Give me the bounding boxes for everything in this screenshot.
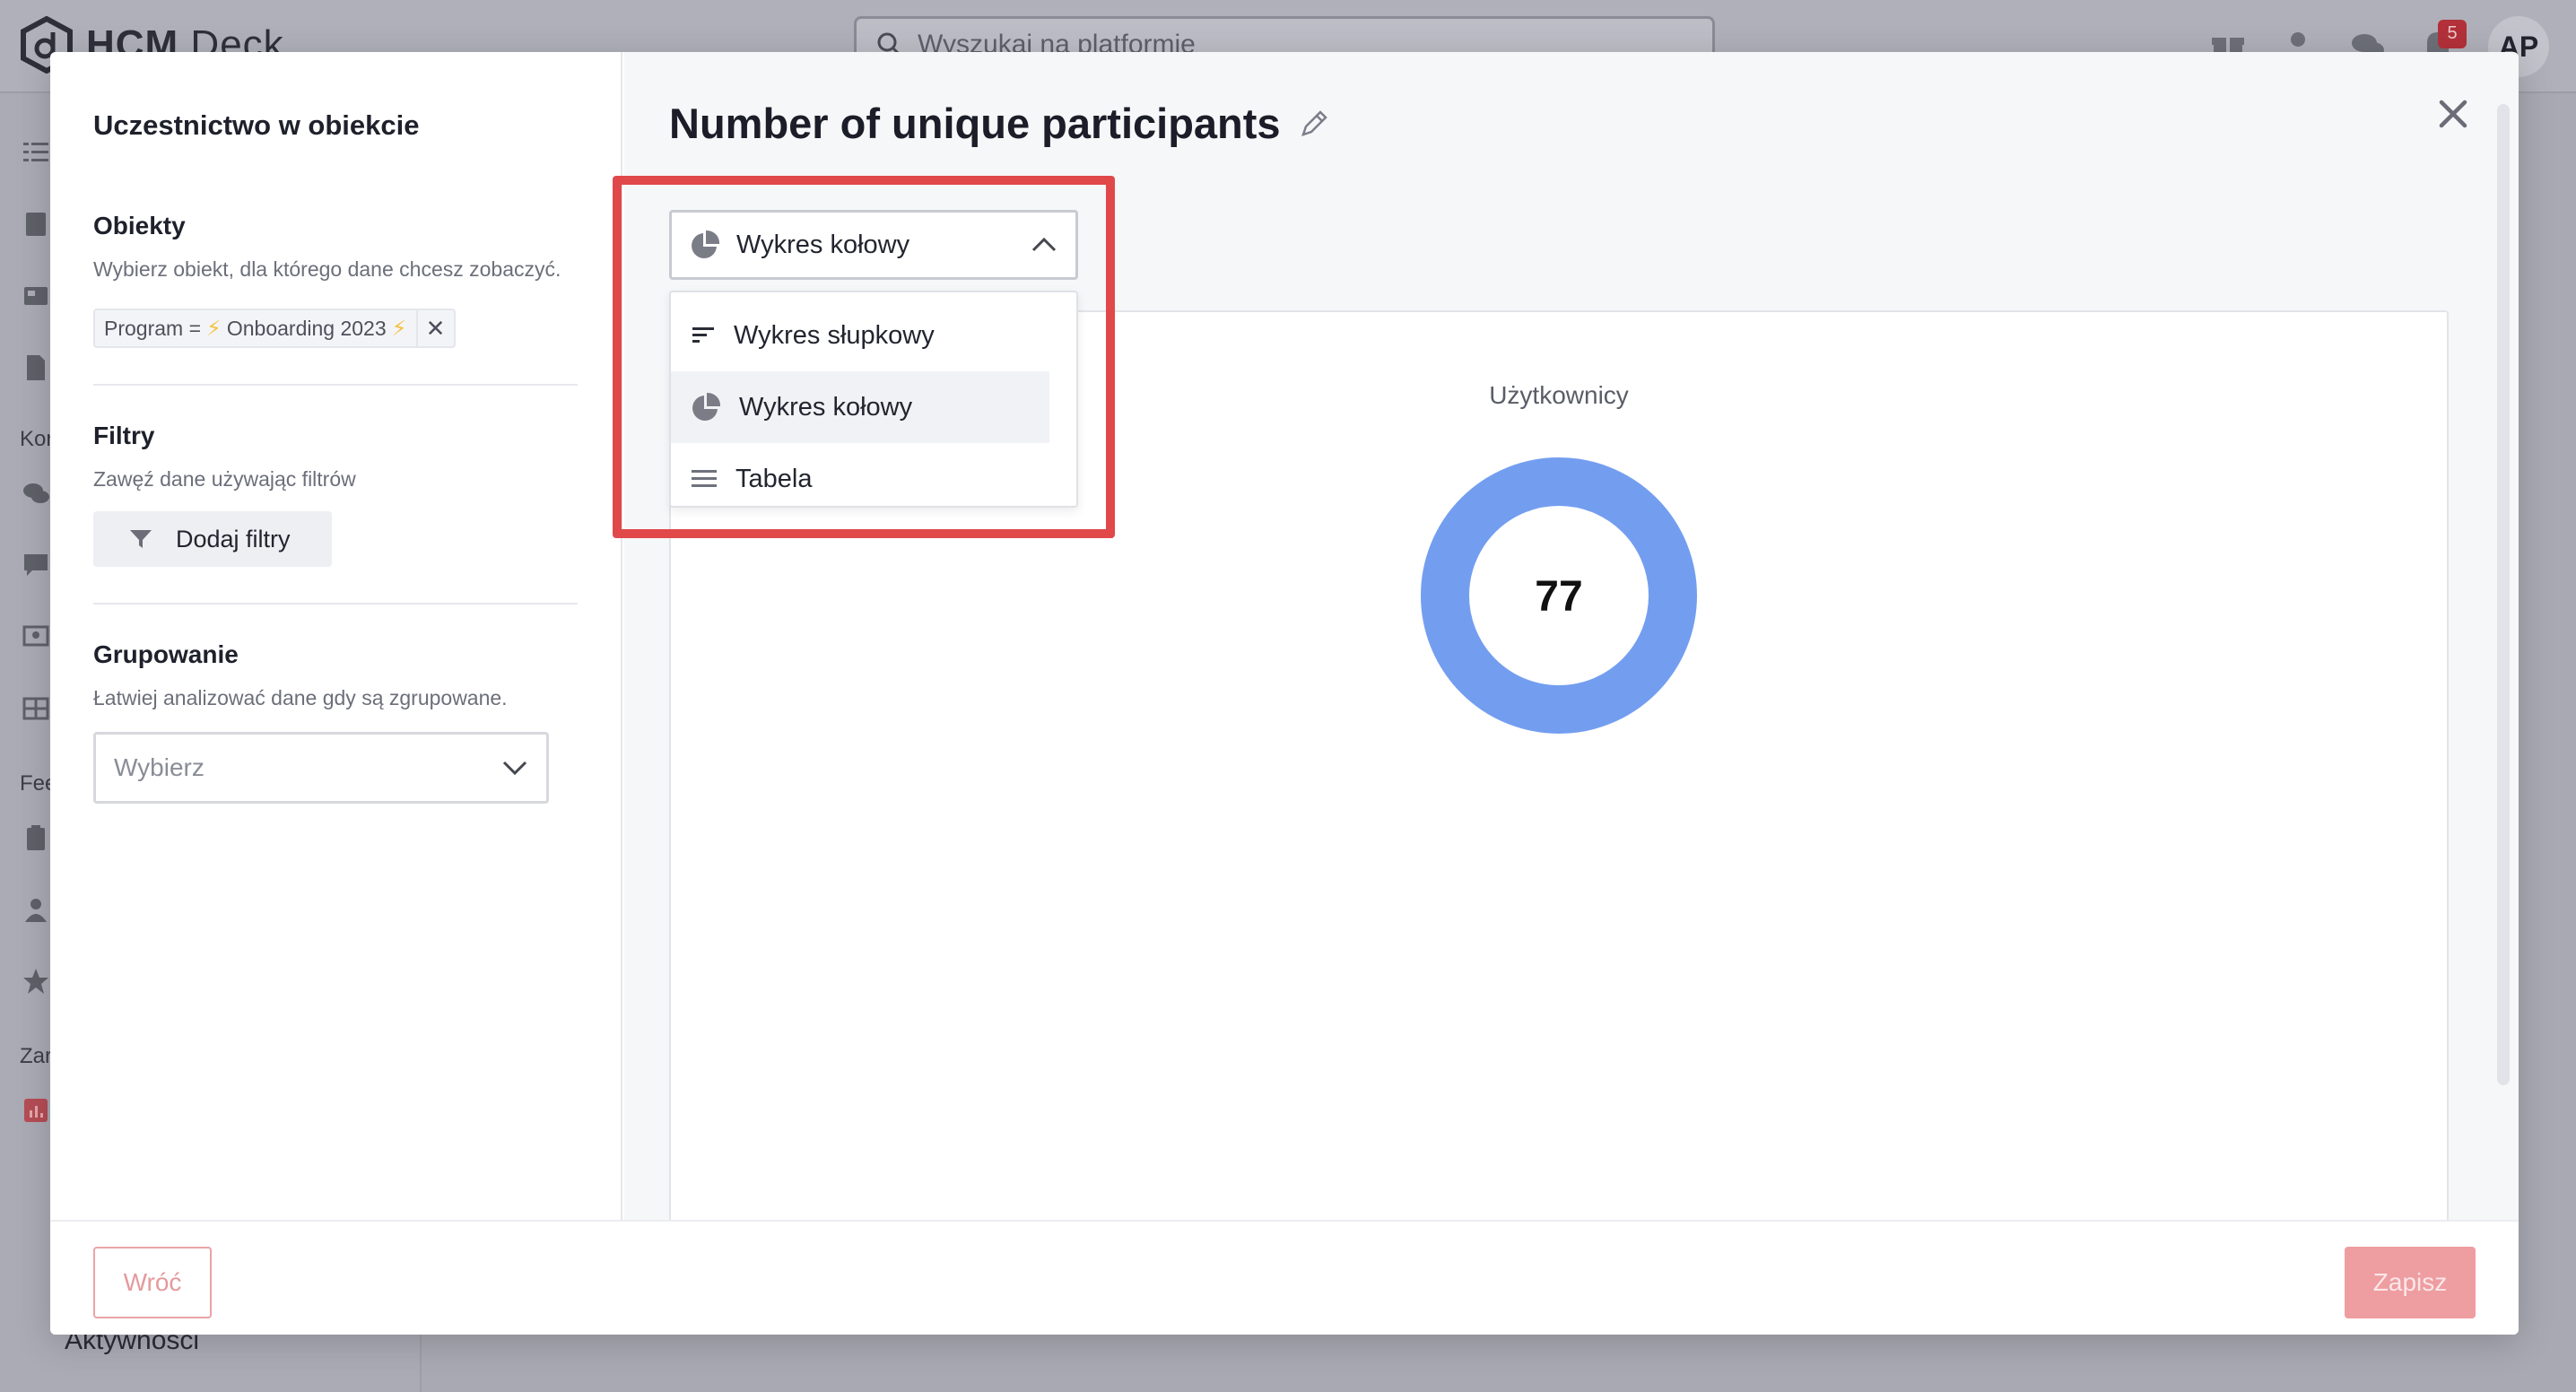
table-icon	[692, 470, 717, 487]
close-icon[interactable]	[2432, 93, 2474, 135]
pencil-icon[interactable]	[1299, 109, 1329, 139]
configuration-panel: Uczestnictwo w obiekcie Obiekty Wybierz …	[50, 52, 622, 1220]
chart-series-title: Użytkownicy	[1489, 381, 1629, 409]
lightning-icon: ⚡	[391, 316, 407, 341]
filters-description: Zawęź dane używając filtrów	[93, 467, 356, 491]
preview-panel: Number of unique participants Użytkownic…	[624, 52, 2519, 1234]
lightning-icon: ⚡	[206, 316, 222, 341]
document-icon[interactable]	[20, 352, 52, 384]
grouping-title: Grupowanie	[93, 640, 239, 668]
divider	[93, 603, 578, 605]
add-filters-label: Dodaj filtry	[176, 525, 291, 552]
add-filters-button[interactable]: Dodaj filtry	[93, 511, 332, 567]
news-icon[interactable]	[20, 280, 52, 312]
donut-center-value: 77	[1535, 573, 1582, 621]
grid-icon[interactable]	[20, 692, 52, 725]
grouping-description: Łatwiej analizować dane gdy są zgrupowan…	[93, 686, 508, 709]
chart-type-dropdown: Wykres słupkowy Wykres kołowy Tabela	[669, 291, 1078, 508]
grouping-select[interactable]: Wybierz	[93, 732, 549, 804]
book-icon[interactable]	[20, 208, 52, 240]
chart-title: Number of unique participants	[669, 99, 1329, 148]
objects-description: Wybierz obiekt, dla którego dane chcesz …	[93, 257, 561, 281]
sidebar-section-label: Zar	[20, 1044, 52, 1068]
chart-type-option-bar[interactable]: Wykres słupkowy	[671, 300, 1049, 371]
funnel-icon	[130, 530, 152, 548]
object-chip-label[interactable]: Program = ⚡ Onboarding 2023 ⚡	[93, 309, 416, 348]
person-icon[interactable]	[20, 893, 52, 926]
remove-chip-icon[interactable]: ✕	[415, 309, 456, 348]
modal-footer: Wróć Zapisz	[50, 1220, 2519, 1335]
presentation-icon[interactable]	[20, 621, 52, 653]
tasks-icon[interactable]	[20, 136, 52, 169]
option-label: Wykres słupkowy	[734, 320, 935, 350]
objects-title: Obiekty	[93, 212, 186, 239]
chart-editor-modal: Uczestnictwo w obiekcie Obiekty Wybierz …	[50, 52, 2519, 1335]
back-button[interactable]: Wróć	[93, 1247, 212, 1318]
panel-title: Uczestnictwo w obiekcie	[93, 109, 420, 141]
pie-chart-icon	[692, 392, 721, 421]
option-label: Tabela	[735, 464, 813, 493]
sidebar-section-label: Kor	[20, 427, 54, 451]
chip-key: Program =	[104, 316, 202, 340]
chart-title-text: Number of unique participants	[669, 100, 1281, 147]
pie-chart-icon	[692, 230, 720, 258]
option-label: Wykres kołowy	[739, 392, 913, 422]
chart-type-select[interactable]: Wykres kołowy	[669, 210, 1078, 280]
message-icon[interactable]	[20, 549, 52, 581]
star-icon[interactable]	[20, 965, 52, 997]
chart-type-option-table[interactable]: Tabela	[671, 443, 1049, 515]
reports-icon[interactable]	[20, 1094, 52, 1127]
save-button[interactable]: Zapisz	[2345, 1247, 2476, 1318]
object-chip: Program = ⚡ Onboarding 2023 ⚡ ✕	[93, 309, 578, 348]
filters-title: Filtry	[93, 422, 155, 449]
notification-badge: 5	[2438, 19, 2467, 48]
chart-type-option-pie[interactable]: Wykres kołowy	[671, 371, 1049, 443]
comments-icon[interactable]	[20, 477, 52, 509]
grouping-placeholder: Wybierz	[114, 753, 205, 781]
divider	[93, 384, 578, 386]
scrollbar[interactable]	[2497, 104, 2510, 1085]
chip-value: Onboarding 2023	[226, 316, 387, 340]
bar-chart-icon	[692, 327, 714, 343]
chart-type-selected-label: Wykres kołowy	[736, 230, 910, 259]
clipboard-icon[interactable]	[20, 822, 52, 854]
chevron-down-icon	[502, 761, 527, 776]
chevron-up-icon	[1031, 237, 1057, 252]
